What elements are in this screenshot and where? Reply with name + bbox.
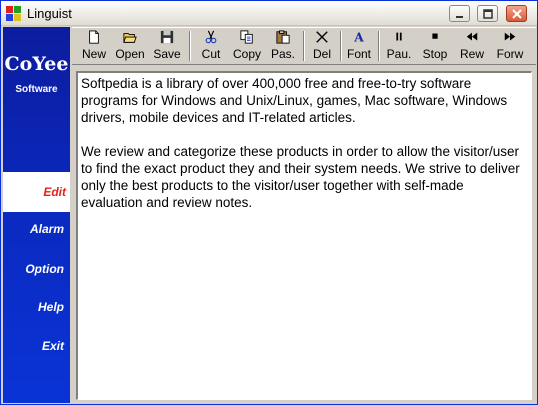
open-button[interactable]: Open	[113, 28, 147, 64]
cut-button[interactable]: Cut	[195, 28, 227, 64]
minimize-button[interactable]	[449, 5, 470, 22]
rewind-icon	[466, 32, 478, 41]
fast-forward-icon	[504, 32, 516, 41]
paste-label: Pas.	[270, 47, 295, 61]
new-label: New	[81, 47, 106, 61]
close-icon	[511, 8, 522, 19]
stop-label: Stop	[422, 47, 448, 61]
copy-label: Copy	[232, 47, 261, 61]
delete-x-icon	[316, 31, 328, 43]
maximize-button[interactable]	[477, 5, 498, 22]
app-window: Linguist CoYee Software Edit Alarm Optio…	[0, 0, 538, 405]
toolbar-separator	[378, 31, 380, 61]
delete-label: Del	[312, 47, 331, 61]
paste-button[interactable]: Pas.	[267, 28, 299, 64]
forward-button[interactable]: Forw	[492, 28, 528, 64]
toolbar: New Open Save Cut Copy Pas. Del A Font P…	[72, 27, 536, 65]
paste-clipboard-icon	[276, 30, 290, 44]
sidebar: CoYee Software Edit Alarm Option Help Ex…	[3, 27, 70, 403]
delete-button[interactable]: Del	[307, 28, 337, 64]
toolbar-separator	[303, 31, 305, 61]
sidebar-item-option[interactable]: Option	[3, 257, 66, 281]
pause-icon	[396, 32, 402, 41]
open-label: Open	[115, 47, 145, 61]
pause-label: Pau.	[386, 47, 412, 61]
toolbar-separator	[189, 31, 191, 61]
save-button[interactable]: Save	[150, 28, 184, 64]
scissors-icon	[205, 30, 217, 44]
close-button[interactable]	[506, 5, 527, 22]
window-title: Linguist	[27, 6, 72, 21]
font-a-icon: A	[353, 30, 364, 44]
font-button[interactable]: A Font	[342, 28, 376, 64]
sidebar-item-alarm[interactable]: Alarm	[3, 217, 66, 241]
brand-subtitle: Software	[15, 84, 58, 95]
forward-label: Forw	[496, 47, 524, 61]
app-icon	[6, 6, 22, 22]
open-folder-icon	[123, 33, 137, 43]
sidebar-item-edit[interactable]: Edit	[3, 172, 70, 212]
sidebar-item-help[interactable]: Help	[3, 295, 66, 319]
pause-button[interactable]: Pau.	[382, 28, 416, 64]
editor-paragraph: We review and categorize these products …	[81, 144, 520, 210]
text-editor[interactable]: Softpedia is a library of over 400,000 f…	[76, 71, 532, 400]
brand-logo: CoYee	[4, 53, 69, 75]
save-label: Save	[153, 47, 181, 61]
stop-button[interactable]: Stop	[418, 28, 452, 64]
editor-paragraph: Softpedia is a library of over 400,000 f…	[81, 76, 508, 125]
title-bar[interactable]: Linguist	[1, 1, 537, 26]
rewind-button[interactable]: Rew	[455, 28, 489, 64]
maximize-icon	[482, 8, 493, 19]
stop-icon	[432, 33, 438, 39]
new-button[interactable]: New	[77, 28, 111, 64]
rewind-label: Rew	[459, 47, 484, 61]
new-document-icon	[89, 30, 99, 44]
cut-label: Cut	[201, 47, 221, 61]
font-label: Font	[346, 47, 371, 61]
floppy-disk-icon	[160, 30, 174, 44]
minimize-icon	[455, 15, 463, 18]
svg-text:A: A	[353, 30, 364, 44]
copy-button[interactable]: Copy	[229, 28, 265, 64]
editor-frame: Softpedia is a library of over 400,000 f…	[72, 67, 536, 403]
sidebar-item-exit[interactable]: Exit	[3, 334, 66, 358]
copy-icon	[240, 30, 253, 44]
